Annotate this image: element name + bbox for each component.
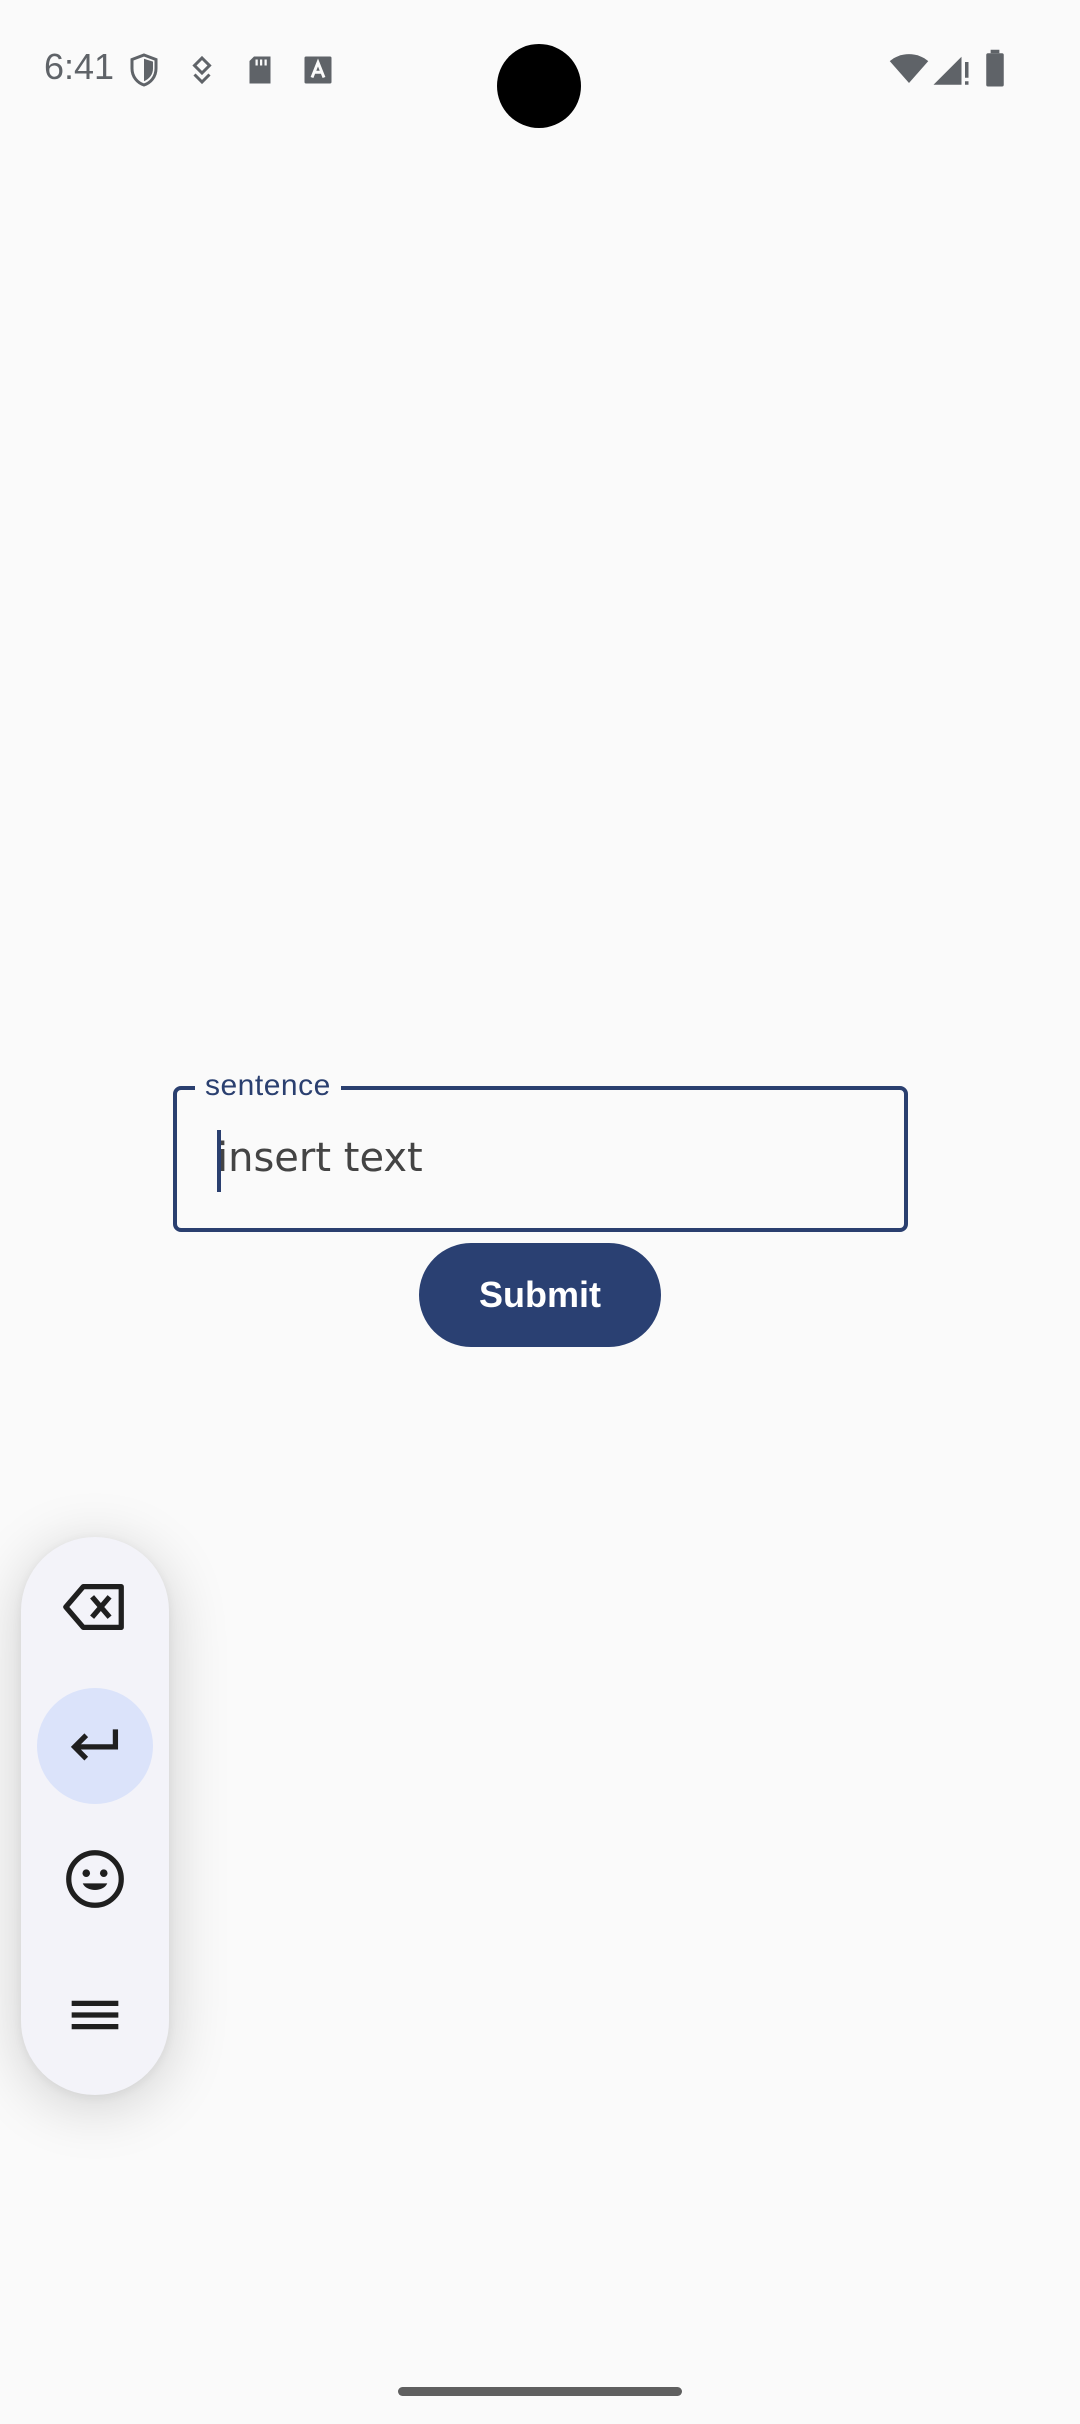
shield-icon xyxy=(126,52,162,88)
enter-button[interactable] xyxy=(37,1688,153,1804)
status-bar: 6:41 xyxy=(0,0,1080,140)
battery-icon xyxy=(980,48,1010,90)
sentence-field[interactable]: sentence xyxy=(173,1066,908,1232)
camera-cutout xyxy=(497,44,581,128)
menu-icon xyxy=(60,1980,130,2055)
screen: 6:41 sentence Submit xyxy=(0,0,1080,2424)
navigation-handle[interactable] xyxy=(398,2387,682,2396)
wifi-icon xyxy=(888,48,930,90)
enter-icon xyxy=(60,1709,130,1784)
backspace-icon xyxy=(60,1572,130,1647)
cellular-signal-icon xyxy=(930,48,972,90)
emoji-icon xyxy=(60,1844,130,1919)
font-icon xyxy=(300,52,336,88)
sd-card-icon xyxy=(242,52,278,88)
text-cursor xyxy=(217,1130,221,1192)
menu-button[interactable] xyxy=(37,1959,153,2075)
status-time: 6:41 xyxy=(44,46,115,87)
floating-keyboard-toolbar xyxy=(21,1537,169,2095)
sentence-field-label: sentence xyxy=(195,1066,341,1106)
backspace-button[interactable] xyxy=(37,1551,153,1667)
submit-button[interactable]: Submit xyxy=(419,1243,661,1347)
download-icon xyxy=(184,52,220,88)
emoji-button[interactable] xyxy=(37,1823,153,1939)
sentence-input[interactable] xyxy=(217,1128,857,1188)
